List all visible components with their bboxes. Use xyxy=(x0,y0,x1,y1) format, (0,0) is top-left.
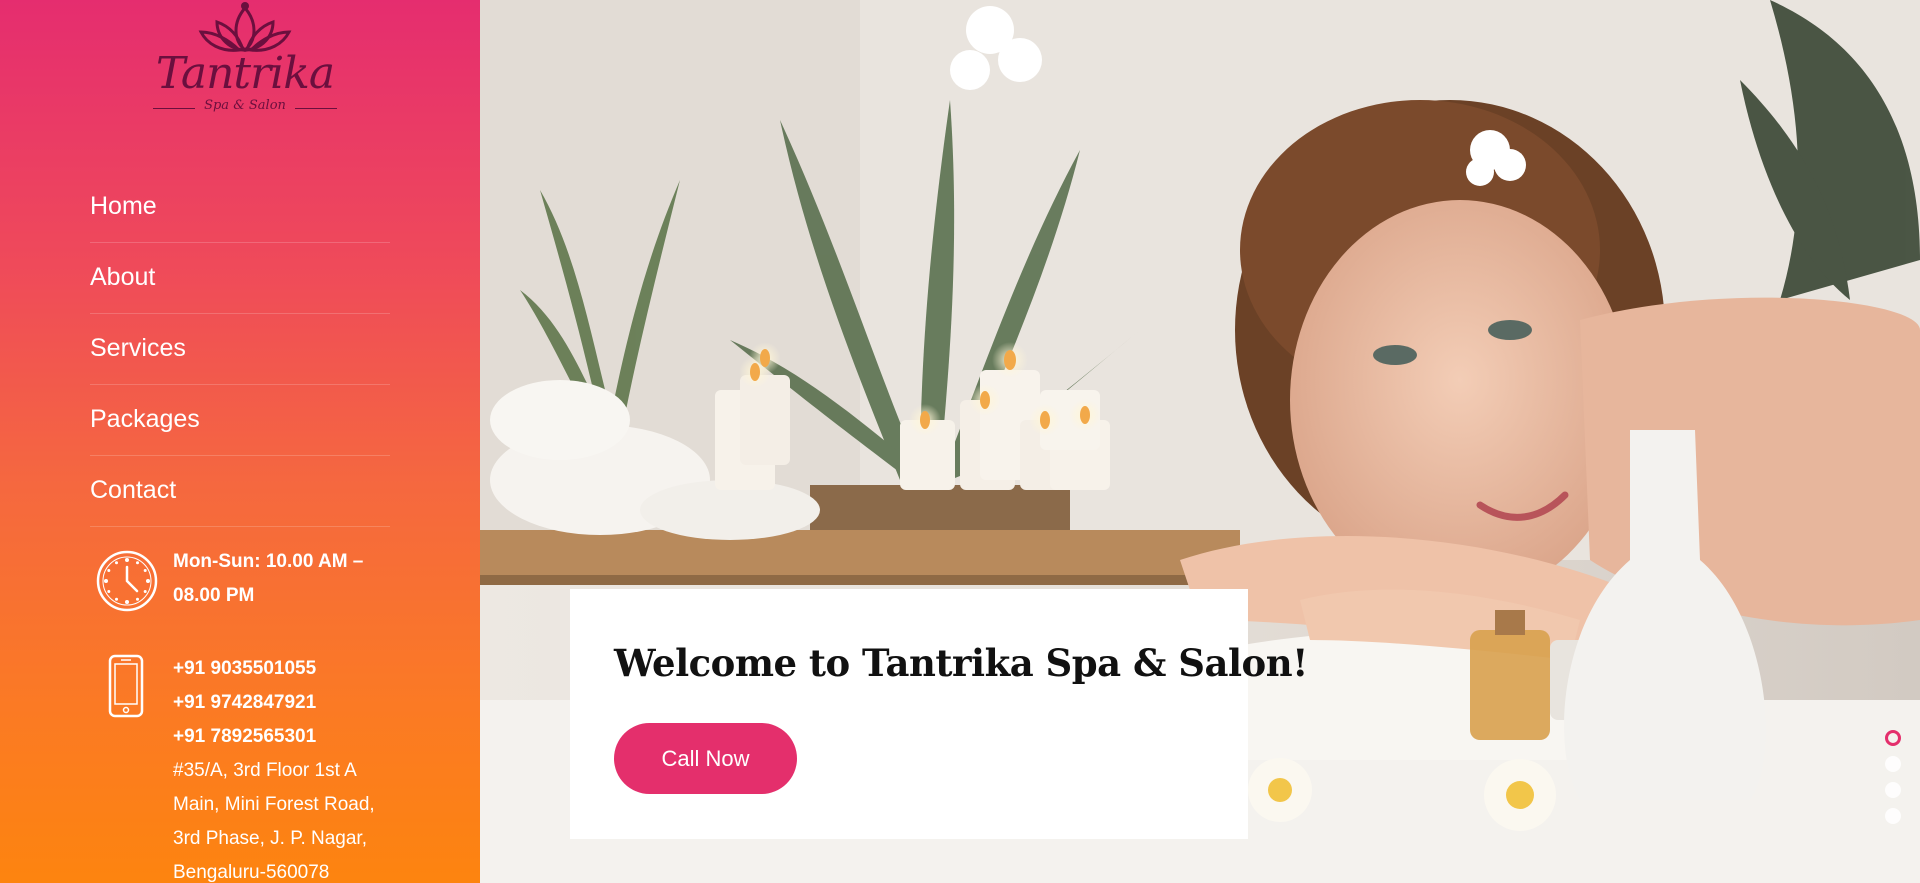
clock-icon xyxy=(96,550,158,612)
sidebar: Tantrika Spa & Salon Home About Services… xyxy=(0,0,480,883)
brand-logo[interactable]: Tantrika Spa & Salon xyxy=(145,0,345,125)
nav-item-home[interactable]: Home xyxy=(90,172,390,243)
welcome-title: Welcome to Tantrika Spa & Salon! xyxy=(614,641,1308,685)
slider-dot-2[interactable] xyxy=(1885,756,1901,772)
phone-icon xyxy=(108,654,144,718)
phone-2[interactable]: +91 9742847921 xyxy=(173,686,375,720)
phone-1[interactable]: +91 9035501055 xyxy=(173,652,375,686)
opening-hours: Mon-Sun: 10.00 AM – 08.00 PM xyxy=(90,545,410,625)
contact-info: +91 9035501055 +91 9742847921 +91 789256… xyxy=(90,652,410,883)
nav-item-contact[interactable]: Contact xyxy=(90,456,390,527)
slider-pagination xyxy=(1882,730,1904,834)
slider-dot-4[interactable] xyxy=(1885,808,1901,824)
main-nav: Home About Services Packages Contact xyxy=(90,172,390,527)
nav-item-services[interactable]: Services xyxy=(90,314,390,385)
address-line-1: #35/A, 3rd Floor 1st A xyxy=(173,760,357,781)
phone-3[interactable]: +91 7892565301 xyxy=(173,720,375,754)
slider-dot-1[interactable] xyxy=(1885,730,1901,746)
address-line-4: Bengaluru-560078 xyxy=(173,862,330,883)
address-line-3: 3rd Phase, J. P. Nagar, xyxy=(173,828,367,849)
welcome-card: Welcome to Tantrika Spa & Salon! Call No… xyxy=(570,589,1308,839)
contact-text: +91 9035501055 +91 9742847921 +91 789256… xyxy=(173,652,375,883)
brand-tagline: Spa & Salon xyxy=(204,98,286,113)
nav-item-packages[interactable]: Packages xyxy=(90,385,390,456)
call-now-button[interactable]: Call Now xyxy=(614,723,797,794)
hours-text: Mon-Sun: 10.00 AM – 08.00 PM xyxy=(173,545,363,613)
hours-line-2: 08.00 PM xyxy=(173,585,255,606)
brand-name: Tantrika xyxy=(155,48,335,99)
hero-slider: Welcome to Tantrika Spa & Salon! Call No… xyxy=(480,0,1920,883)
address-line-2: Main, Mini Forest Road, xyxy=(173,794,375,815)
slider-dot-3[interactable] xyxy=(1885,782,1901,798)
logo-divider-right xyxy=(295,108,337,109)
hours-line-1: Mon-Sun: 10.00 AM – xyxy=(173,551,364,572)
nav-item-about[interactable]: About xyxy=(90,243,390,314)
